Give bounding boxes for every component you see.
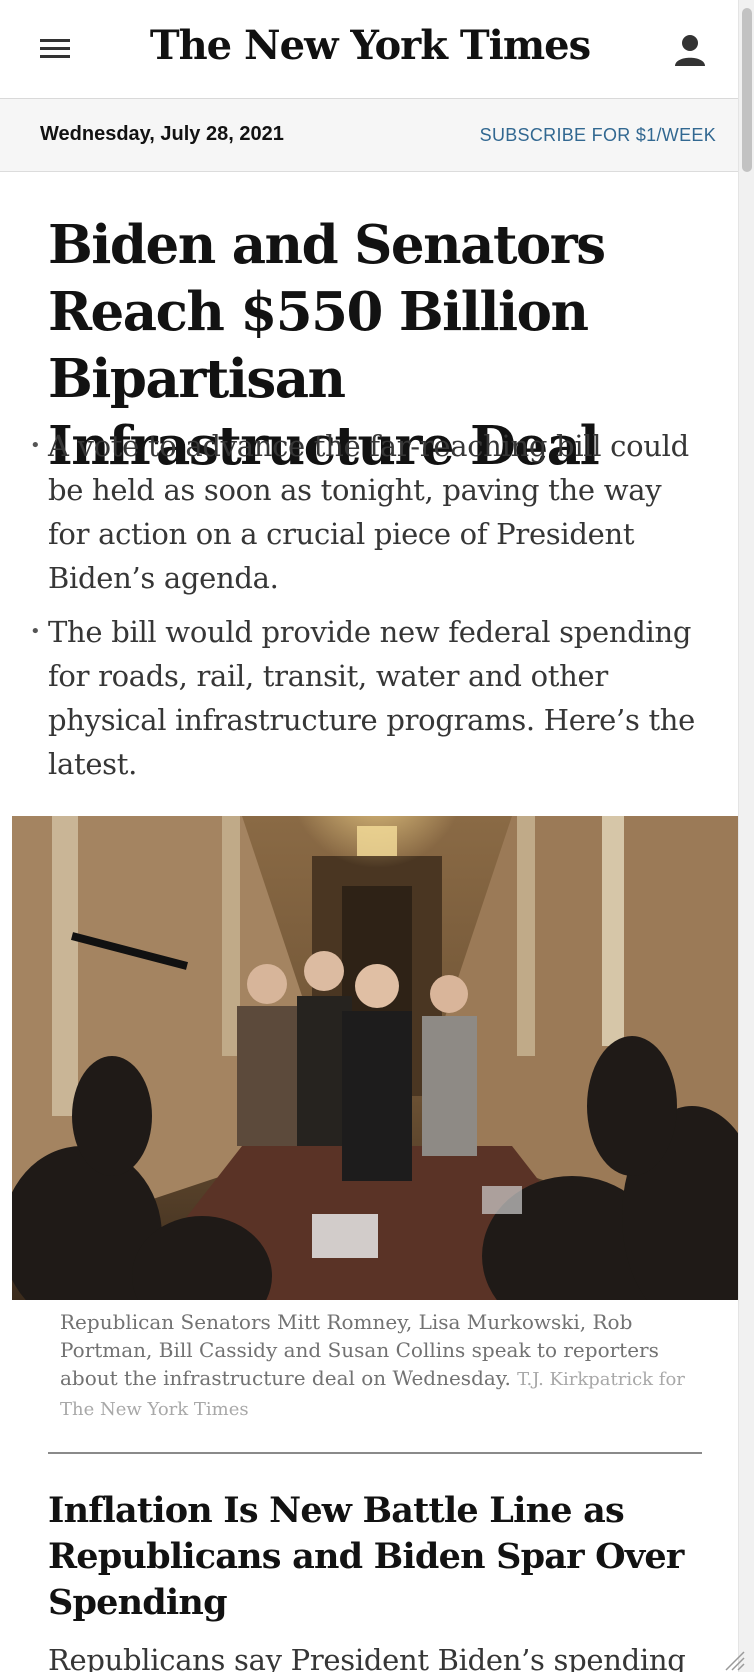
menu-bar [40,39,70,42]
subscribe-link[interactable]: SUBSCRIBE FOR $1/WEEK [480,125,716,146]
second-story-headline[interactable]: Inflation Is New Battle Line as Republic… [48,1488,708,1626]
masthead: The New York Times [0,0,738,99]
lead-story-summary: A vote to advance the far-reaching bill … [30,424,708,796]
date-bar: Wednesday, July 28, 2021 SUBSCRIBE FOR $… [0,99,738,172]
user-account-icon[interactable] [670,30,710,70]
lead-story-photo[interactable] [12,816,738,1300]
story-divider [48,1452,702,1454]
menu-bar [40,47,70,50]
photo-caption: Republican Senators Mitt Romney, Lisa Mu… [60,1308,700,1424]
senators-press-photo [12,816,738,1300]
summary-bullet: A vote to advance the far-reaching bill … [30,424,708,600]
page-scrollbar[interactable] [738,0,754,1672]
resize-grip-icon[interactable] [722,1648,746,1672]
user-account-icon-graphic [675,35,705,66]
scrollbar-thumb[interactable] [742,8,752,172]
second-story-summary: Republicans say President Biden’s spendi… [48,1643,686,1672]
menu-bar [40,55,70,58]
page: The New York Times Wednesday, July 28, 2… [0,0,738,1672]
nyt-logo[interactable]: The New York Times [120,22,620,69]
hamburger-menu-icon[interactable] [34,36,74,66]
current-date: Wednesday, July 28, 2021 [40,123,284,145]
summary-bullet[interactable]: The bill would provide new federal spend… [30,610,708,786]
